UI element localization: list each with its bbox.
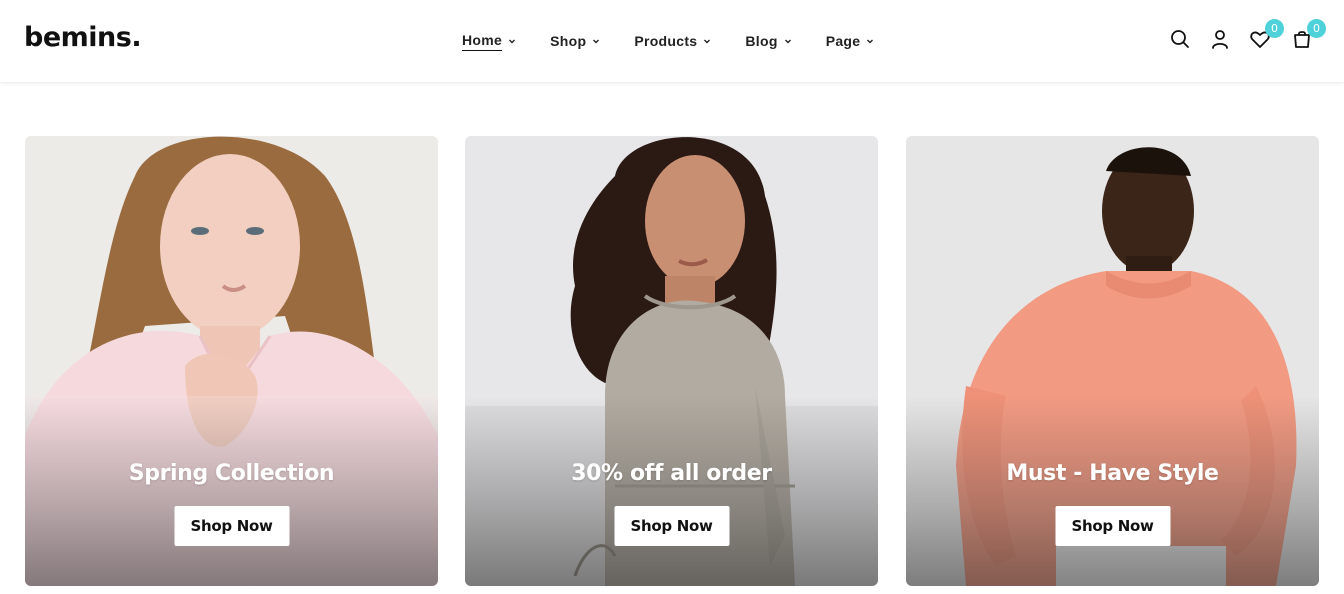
cart-count-badge: 0 xyxy=(1307,19,1326,38)
chevron-down-icon xyxy=(866,37,874,45)
nav-item-shop[interactable]: Shop xyxy=(550,31,600,51)
nav-item-label: Blog xyxy=(745,33,778,49)
nav-item-label: Page xyxy=(825,33,861,49)
header-actions: 0 0 xyxy=(1168,19,1326,51)
promo-title: Must - Have Style xyxy=(1006,461,1219,486)
nav-item-home[interactable]: Home xyxy=(462,31,516,51)
shop-now-button[interactable]: Shop Now xyxy=(174,506,289,546)
main-nav: Home Shop Products Blog Page xyxy=(462,31,874,51)
site-logo[interactable]: bemins. xyxy=(24,22,142,53)
nav-item-label: Shop xyxy=(550,33,587,49)
search-icon[interactable] xyxy=(1168,27,1192,51)
nav-item-page[interactable]: Page xyxy=(826,31,875,51)
chevron-down-icon xyxy=(508,37,516,45)
chevron-down-icon xyxy=(784,37,792,45)
promo-title: 30% off all order xyxy=(571,461,772,486)
image-overlay xyxy=(25,396,438,586)
image-overlay xyxy=(465,396,878,586)
cart-bag-icon[interactable]: 0 xyxy=(1290,19,1326,51)
account-icon[interactable] xyxy=(1208,27,1232,51)
nav-item-products[interactable]: Products xyxy=(634,31,711,51)
wishlist-count-badge: 0 xyxy=(1265,19,1284,38)
promo-card-spring[interactable]: Spring Collection Shop Now xyxy=(25,136,438,586)
promo-card-discount[interactable]: 30% off all order Shop Now xyxy=(465,136,878,586)
promo-banners: Spring Collection Shop Now 30% off all o… xyxy=(25,136,1320,586)
chevron-down-icon xyxy=(703,37,711,45)
wishlist-heart-icon[interactable]: 0 xyxy=(1248,19,1284,51)
promo-card-style[interactable]: Must - Have Style Shop Now xyxy=(906,136,1319,586)
shop-now-button[interactable]: Shop Now xyxy=(614,506,729,546)
nav-item-label: Products xyxy=(634,33,698,49)
nav-item-label: Home xyxy=(462,32,503,51)
promo-title: Spring Collection xyxy=(128,461,335,486)
shop-now-button[interactable]: Shop Now xyxy=(1055,506,1170,546)
site-header: bemins. Home Shop Products Blog Page 0 0 xyxy=(0,0,1344,83)
chevron-down-icon xyxy=(592,37,600,45)
nav-item-blog[interactable]: Blog xyxy=(745,31,791,51)
image-overlay xyxy=(906,396,1319,586)
